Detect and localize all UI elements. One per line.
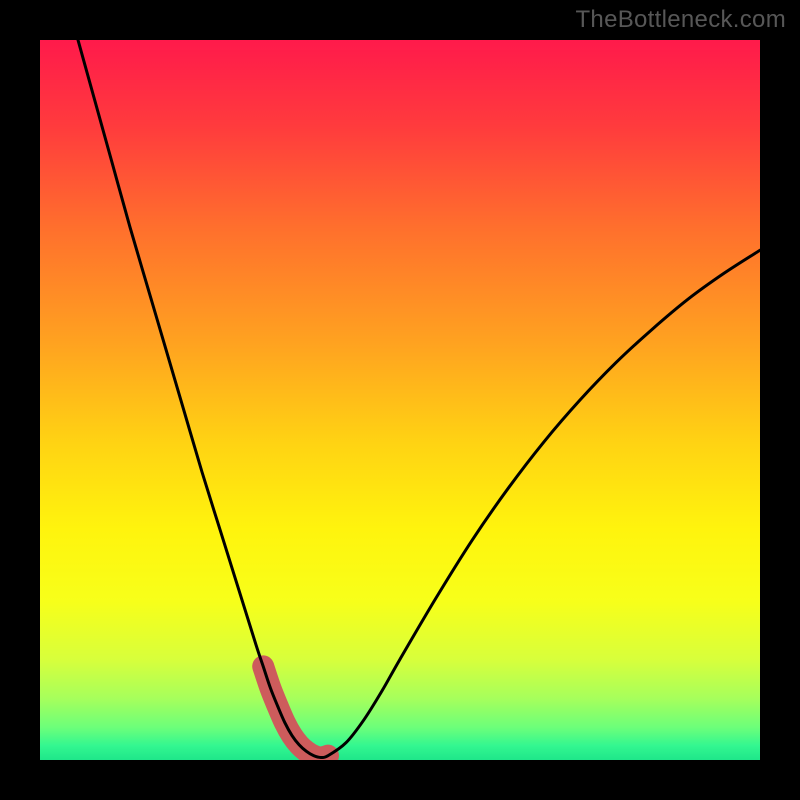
bottleneck-chart <box>40 40 760 760</box>
plot-area <box>40 40 760 760</box>
gradient-background <box>40 40 760 760</box>
chart-frame: TheBottleneck.com <box>0 0 800 800</box>
watermark-text: TheBottleneck.com <box>575 6 786 34</box>
